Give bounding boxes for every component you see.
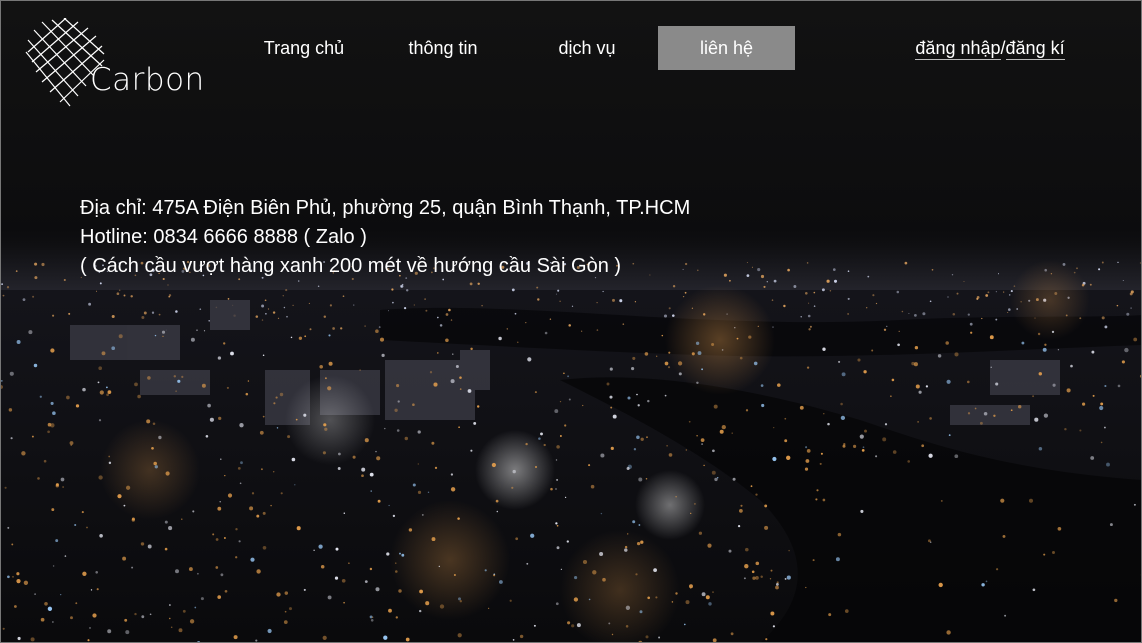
auth-separator: / xyxy=(1000,38,1006,58)
brand-logo[interactable]: Carbon xyxy=(24,18,214,110)
brand-name: Carbon xyxy=(90,62,205,98)
contact-note: ( Cách cầu vượt hàng xanh 200 mét về hướ… xyxy=(80,255,622,277)
contact-hotline: Hotline: 0834 6666 8888 ( Zalo ) xyxy=(80,226,367,248)
register-link[interactable]: đăng kí xyxy=(1005,38,1065,60)
auth-links: đăng nhập/đăng kí xyxy=(880,26,1100,70)
contact-page: Carbon Trang chủ thông tin dịch vụ liên … xyxy=(0,0,1142,643)
nav-item-info[interactable]: thông tin xyxy=(388,26,498,70)
login-link[interactable]: đăng nhập xyxy=(915,38,1001,60)
nav-item-contact[interactable]: liên hệ xyxy=(658,26,795,70)
nav-item-home[interactable]: Trang chủ xyxy=(250,26,358,70)
contact-address: Địa chỉ: 475A Điện Biên Phủ, phường 25, … xyxy=(80,197,691,219)
nav-item-service[interactable]: dịch vụ xyxy=(532,26,642,70)
contact-info: Địa chỉ: 475A Điện Biên Phủ, phường 25, … xyxy=(80,194,690,281)
